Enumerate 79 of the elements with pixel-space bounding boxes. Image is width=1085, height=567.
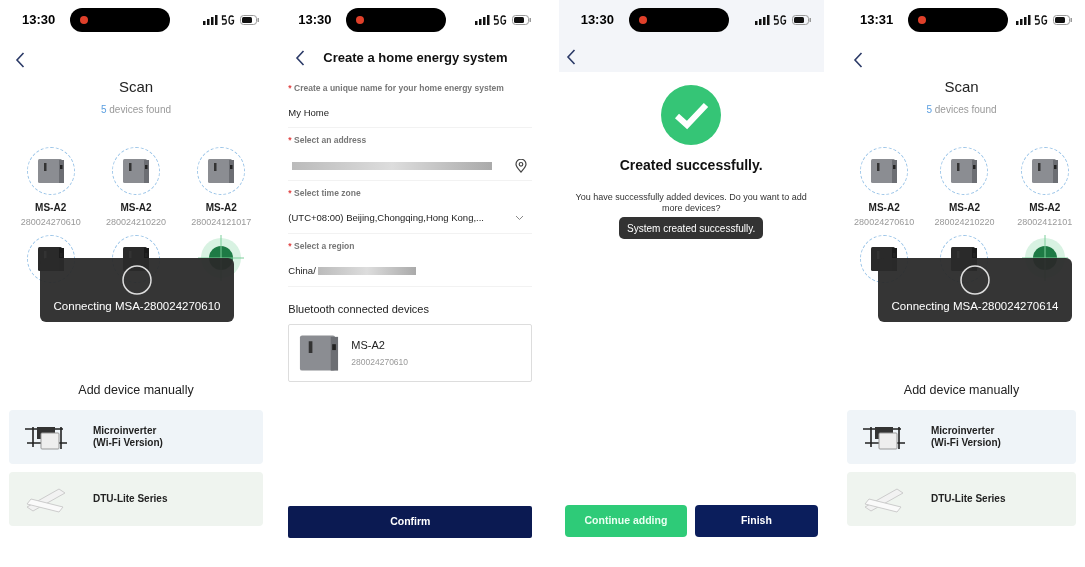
storage-unit-icon <box>1029 156 1060 185</box>
device-model: MS-A2 <box>35 200 67 215</box>
input-field[interactable]: China/ <box>288 256 533 287</box>
storage-unit-icon <box>206 156 237 185</box>
section-title: Add device manually <box>78 382 194 399</box>
success-toast: System created successfully. <box>619 217 764 239</box>
success-message: You have successfully added devices. Do you want to add more devices? <box>574 192 808 214</box>
device-serial: 280024210220 <box>105 215 167 229</box>
network-5g-icon <box>221 15 235 25</box>
device-model: MS-A2 <box>351 337 386 353</box>
device-serial: 280024210220 <box>934 215 995 229</box>
toast-text: Connecting MSA-280024270610 <box>53 299 221 315</box>
battery-icon <box>791 15 812 25</box>
screen-title: Scan <box>944 77 979 97</box>
device-type-label: Microinverter (Wi-Fi Version) <box>93 424 163 449</box>
device-type-label: Microinverter (Wi-Fi Version) <box>931 424 1001 449</box>
device-type-card[interactable]: DTU-Lite Series <box>9 471 263 526</box>
back-chevron-icon[interactable] <box>15 52 25 68</box>
section-title: Bluetooth connected devices <box>287 301 430 317</box>
screen-title: Scan <box>118 77 154 97</box>
battery-icon <box>1053 15 1073 25</box>
back-chevron-icon[interactable] <box>853 52 863 68</box>
device-model: MS-A2 <box>948 200 981 215</box>
storage-unit-icon <box>949 156 980 185</box>
devices-found-text: 5 devices found <box>100 102 172 117</box>
network-5g-icon <box>1034 15 1048 25</box>
status-time: 13:30 <box>22 11 57 30</box>
dropdown-field[interactable]: (UTC+08:00) Beijing,Chongqing,Hong Kong,... <box>288 203 533 234</box>
section-title: Add device manually <box>903 382 1020 399</box>
device-type-label: DTU-Lite Series <box>931 492 1006 505</box>
screen-title: Create a home energy system <box>323 49 508 67</box>
storage-unit-icon <box>35 156 66 185</box>
device-type-label: DTU-Lite Series <box>93 492 168 505</box>
device-model: MS-A2 <box>868 200 900 215</box>
status-time: 13:31 <box>860 11 895 30</box>
device-type-card[interactable]: Microinverter (Wi-Fi Version) <box>9 409 263 464</box>
status-time: 13:30 <box>580 11 615 30</box>
status-time: 13:30 <box>298 11 333 30</box>
network-5g-icon <box>772 15 787 25</box>
device-model: MS-A2 <box>1029 200 1061 215</box>
device-serial: 280024121017 <box>191 215 252 229</box>
battery-icon <box>512 15 533 25</box>
field-value: My Home <box>288 105 329 120</box>
field-label: * Select an address <box>288 134 368 147</box>
field-value: (UTC+08:00) Beijing,Chongqing,Hong Kong,... <box>288 211 484 226</box>
dropdown-chevron-icon[interactable] <box>515 215 525 222</box>
location-pin-icon[interactable] <box>515 158 528 173</box>
field-value: China/ <box>288 263 316 278</box>
device-card[interactable]: MS-A2 280024270610 <box>288 324 533 382</box>
success-title: Created successfully. <box>619 156 763 175</box>
loading-spinner-icon <box>959 264 991 297</box>
device-type-card[interactable]: Microinverter (Wi-Fi Version) <box>847 409 1076 464</box>
success-check-icon <box>661 85 722 145</box>
device-serial: 280024270610 <box>20 215 81 229</box>
field-label: * Select time zone <box>288 187 362 200</box>
device-model: MS-A2 <box>120 200 152 215</box>
signal-icon <box>1016 15 1031 25</box>
battery-icon <box>240 15 260 25</box>
signal-icon <box>754 15 770 25</box>
device-serial: 28002412101 <box>1017 215 1073 229</box>
devices-found-text: 5 devices found <box>926 102 997 117</box>
signal-icon <box>203 15 218 25</box>
storage-unit-icon <box>121 156 151 185</box>
device-serial: 280024270610 <box>351 356 409 370</box>
device-serial: 280024270610 <box>854 215 915 229</box>
field-label: * Create a unique name for your home energy system <box>288 81 505 95</box>
loading-spinner-icon <box>121 264 153 297</box>
back-chevron-icon[interactable] <box>565 49 576 65</box>
input-field[interactable]: My Home <box>288 98 533 129</box>
finish-button[interactable]: Finish <box>695 505 818 537</box>
signal-icon <box>475 15 491 25</box>
confirm-button[interactable]: Confirm <box>288 506 533 538</box>
storage-unit-icon <box>869 156 900 185</box>
network-5g-icon <box>493 15 508 25</box>
device-model: MS-A2 <box>205 200 237 215</box>
back-chevron-icon[interactable] <box>295 49 306 66</box>
field-label: * Select a region <box>288 239 356 253</box>
toast-text: Connecting MSA-280024270614 <box>891 299 1059 315</box>
device-type-card[interactable]: DTU-Lite Series <box>847 471 1076 526</box>
